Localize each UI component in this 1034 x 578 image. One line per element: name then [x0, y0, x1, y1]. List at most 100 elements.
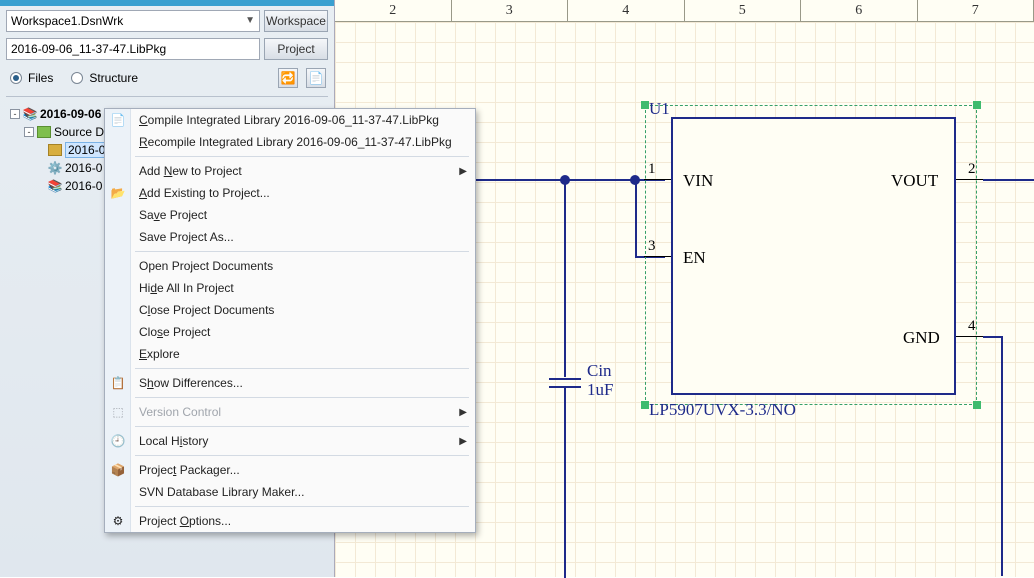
menu-item-label: Recompile Integrated Library 2016-09-06_…	[139, 135, 452, 149]
wire	[635, 179, 637, 257]
files-radio-label: Files	[28, 71, 53, 85]
divider	[6, 96, 328, 97]
files-radio[interactable]	[10, 72, 22, 84]
pin-name: EN	[683, 248, 706, 268]
options-icon[interactable]: 📄	[306, 68, 326, 88]
menu-separator	[135, 156, 469, 157]
ruler-segment: 5	[685, 0, 802, 21]
part-number: LP5907UVX-3.3/NO	[649, 400, 796, 420]
selection-handle[interactable]	[973, 401, 981, 409]
pin-name: GND	[903, 328, 940, 348]
ruler-segment: 7	[918, 0, 1034, 21]
menu-item-icon: ⬚	[110, 404, 126, 420]
menu-item[interactable]: 📦Project Packager...	[105, 459, 475, 481]
structure-radio[interactable]	[71, 72, 83, 84]
selection-handle[interactable]	[641, 401, 649, 409]
menu-separator	[135, 397, 469, 398]
submenu-arrow-icon: ▶	[459, 407, 467, 418]
lib-icon: 📚	[48, 179, 62, 193]
menu-item-icon: 📂	[110, 185, 126, 201]
cap-value: 1uF	[587, 380, 613, 400]
wire	[564, 179, 566, 377]
menu-item-label: Save Project	[139, 208, 207, 222]
capacitor-plate	[549, 378, 581, 380]
menu-item[interactable]: ⚙ Project Options...	[105, 510, 475, 532]
selection-handle[interactable]	[641, 101, 649, 109]
menu-item[interactable]: Hide All In Project	[105, 277, 475, 299]
wire	[983, 336, 1003, 338]
wire	[1001, 336, 1003, 576]
menu-separator	[135, 251, 469, 252]
menu-item-label: Add New to Project	[139, 164, 242, 178]
menu-item-label: Compile Integrated Library 2016-09-06_11…	[139, 113, 439, 127]
refresh-icon[interactable]: 🔁	[278, 68, 298, 88]
chevron-down-icon: ▼	[245, 15, 255, 26]
project-value: 2016-09-06_11-37-47.LibPkg	[11, 42, 166, 56]
menu-item-label: Project Packager...	[139, 463, 240, 477]
menu-item-label: Close Project Documents	[139, 303, 274, 317]
menu-item-label: Explore	[139, 347, 180, 361]
menu-item[interactable]: Explore	[105, 343, 475, 365]
menu-item-label: Open Project Documents	[139, 259, 273, 273]
workspace-select[interactable]: Workspace1.DsnWrk ▼	[6, 10, 260, 32]
ruler: 234567	[335, 0, 1034, 22]
menu-item-label: Project Options...	[139, 514, 231, 528]
menu-item[interactable]: Close Project Documents	[105, 299, 475, 321]
folder-icon	[48, 144, 62, 156]
pin	[644, 256, 671, 257]
pin-name: VOUT	[891, 171, 938, 191]
cap-ref: Cin	[587, 361, 612, 381]
project-button[interactable]: Project	[264, 38, 328, 60]
folder-icon	[37, 126, 51, 138]
ruler-segment: 4	[568, 0, 685, 21]
menu-separator	[135, 455, 469, 456]
menu-item[interactable]: Recompile Integrated Library 2016-09-06_…	[105, 131, 475, 153]
menu-item[interactable]: 📂 Add Existing to Project...	[105, 182, 475, 204]
menu-item[interactable]: SVN Database Library Maker...	[105, 481, 475, 503]
pin-num: 3	[648, 238, 656, 255]
menu-separator	[135, 368, 469, 369]
pin	[956, 336, 983, 337]
menu-item[interactable]: 📋Show Differences...	[105, 372, 475, 394]
menu-item[interactable]: 📄 Compile Integrated Library 2016-09-06_1…	[105, 109, 475, 131]
structure-radio-label: Structure	[89, 71, 138, 85]
designator: U1	[649, 99, 670, 119]
pin-num: 2	[968, 161, 976, 178]
collapse-icon[interactable]: -	[24, 127, 34, 137]
menu-item[interactable]: 🕘 Local History ▶	[105, 430, 475, 452]
menu-item[interactable]: Close Project	[105, 321, 475, 343]
component-body[interactable]	[671, 117, 956, 395]
ruler-segment: 3	[452, 0, 569, 21]
menu-item[interactable]: Add New to Project ▶	[105, 160, 475, 182]
menu-item-icon: 📄	[110, 112, 126, 128]
wire	[564, 388, 566, 578]
menu-separator	[135, 426, 469, 427]
menu-item-label: Add Existing to Project...	[139, 186, 270, 200]
menu-item[interactable]: Save Project	[105, 204, 475, 226]
wire	[983, 179, 1034, 181]
menu-item[interactable]: Save Project As...	[105, 226, 475, 248]
project-field[interactable]: 2016-09-06_11-37-47.LibPkg	[6, 38, 260, 60]
workspace-button[interactable]: Workspace	[264, 10, 328, 32]
menu-item-label: Show Differences...	[139, 376, 243, 390]
menu-item-icon: ⚙	[110, 513, 126, 529]
menu-item-label: Version Control	[139, 405, 221, 419]
menu-item-label: SVN Database Library Maker...	[139, 485, 304, 499]
menu-item-label: Close Project	[139, 325, 210, 339]
menu-item[interactable]: Open Project Documents	[105, 255, 475, 277]
collapse-icon[interactable]: -	[10, 109, 20, 119]
menu-item-label: Local History	[139, 434, 208, 448]
pin-num: 1	[648, 161, 656, 178]
submenu-arrow-icon: ▶	[459, 436, 467, 447]
selection-handle[interactable]	[973, 101, 981, 109]
pin-name: VIN	[683, 171, 713, 191]
ruler-segment: 2	[335, 0, 452, 21]
submenu-arrow-icon: ▶	[459, 166, 467, 177]
menu-item-icon: 🕘	[110, 433, 126, 449]
pin	[644, 179, 671, 180]
ruler-segment: 6	[801, 0, 918, 21]
pin-num: 4	[968, 318, 976, 335]
package-icon: 📚	[23, 107, 37, 121]
gear-icon: ⚙️	[48, 161, 62, 175]
menu-item: ⬚ Version Control ▶	[105, 401, 475, 423]
